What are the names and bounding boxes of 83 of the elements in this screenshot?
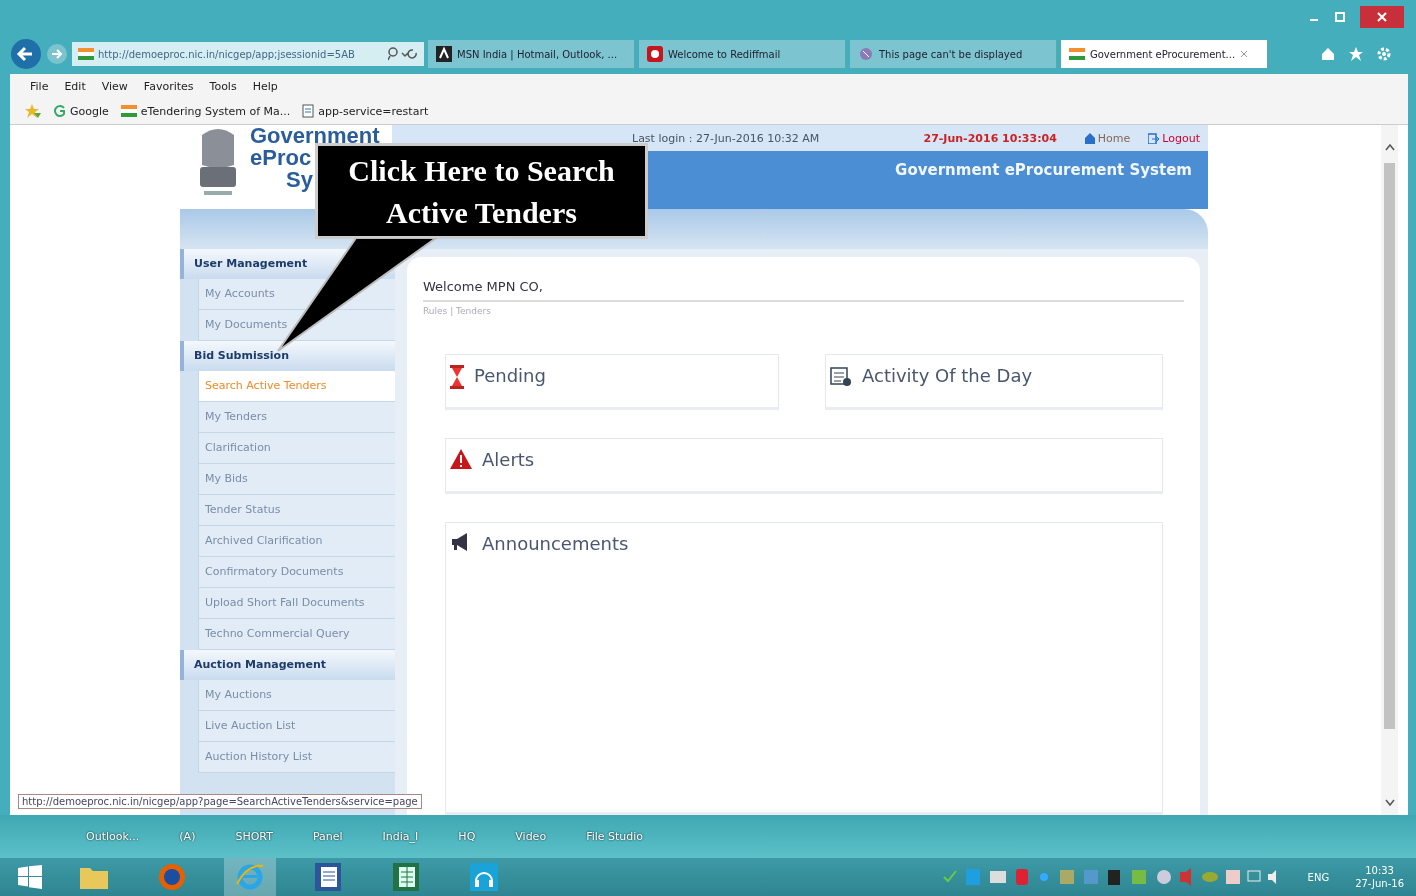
letter-e-icon	[235, 862, 265, 892]
browser-tab[interactable]: Welcome to Rediffmail	[639, 40, 846, 68]
panel-title: Alerts	[482, 449, 535, 470]
menu-item[interactable]: Tools	[209, 79, 237, 93]
close-button[interactable]	[1360, 6, 1404, 28]
panel-title: Announcements	[482, 533, 629, 554]
desktop-icon-label[interactable]: Panel	[312, 830, 343, 843]
scroll-up-icon[interactable]	[1384, 143, 1395, 151]
home-icon	[1084, 132, 1095, 144]
desktop-icon-label[interactable]: India_I	[382, 830, 419, 843]
scroll-down-icon[interactable]	[1384, 799, 1395, 807]
sidebar-item[interactable]: Live Auction List	[198, 711, 395, 742]
browser-globe-icon	[158, 863, 186, 891]
sidebar-item[interactable]: Archived Clarification	[198, 526, 395, 557]
close-tab-icon[interactable]	[1240, 50, 1249, 58]
welcome-text: Welcome MPN CO,	[423, 279, 1184, 302]
site-icon	[436, 46, 452, 62]
star-icon[interactable]	[1348, 46, 1364, 62]
desktop-icon-label[interactable]: HQ	[458, 830, 476, 843]
warning-icon	[450, 449, 472, 469]
browser-tab[interactable]: MSN India | Hotmail, Outlook, ...	[428, 40, 635, 68]
flag-icon	[78, 48, 94, 60]
site-icon	[647, 46, 663, 62]
windows-logo-icon[interactable]	[18, 865, 42, 889]
flag-icon	[120, 105, 137, 117]
desktop-icon-label[interactable]: SHORT	[235, 830, 273, 843]
desktop-icon-label[interactable]: (A)	[179, 830, 196, 843]
browser-tab[interactable]: Government eProcurement...	[1061, 40, 1268, 68]
page-icon	[302, 104, 315, 118]
home-icon[interactable]	[1320, 46, 1336, 62]
sidebar-item[interactable]: Tender Status	[198, 495, 395, 526]
error-page-icon	[858, 46, 874, 62]
sidebar-item[interactable]: Upload Short Fall Documents	[198, 588, 395, 619]
banner-title: Government eProcurement System	[895, 161, 1192, 179]
browser-tab[interactable]: This page can't be displayed	[850, 40, 1057, 68]
scrollbar[interactable]	[1381, 125, 1398, 815]
sidebar-item[interactable]: Confirmatory Documents	[198, 557, 395, 588]
sidebar-item[interactable]: My Tenders	[198, 402, 395, 433]
headphones-icon	[470, 863, 498, 891]
panel-title: Activity Of the Day	[862, 365, 1033, 386]
desktop-icon-label[interactable]: Outlook...	[86, 830, 140, 843]
settings-icon[interactable]	[1376, 46, 1392, 62]
menu-item[interactable]: Favorites	[143, 79, 194, 93]
favorite-link[interactable]: eTendering System of Ma...	[120, 104, 291, 118]
desktop-icon-label[interactable]: File Studio	[586, 830, 644, 843]
clock-date: 27-Jun-16	[1355, 877, 1404, 890]
site-title-text: eProc	[250, 147, 313, 169]
menu-item[interactable]: View	[101, 79, 128, 93]
logout-icon	[1148, 132, 1160, 144]
menu-item[interactable]: Edit	[64, 79, 86, 93]
panel-title: Pending	[474, 365, 546, 386]
sidebar-section-header: Auction Management	[180, 650, 395, 680]
status-url-tooltip: http://demoeproc.nic.in/nicgep/app?page=SearchActiveTenders&service=page	[18, 794, 422, 809]
calendar-list-icon	[830, 365, 852, 387]
sidebar-item[interactable]: Search Active Tenders	[198, 371, 395, 402]
header-link[interactable]: Home	[1084, 131, 1131, 145]
clock-time: 10:33	[1365, 864, 1394, 877]
maximize-icon[interactable]	[1334, 11, 1346, 23]
server-time-text: 27-Jun-2016 10:33:04	[923, 131, 1057, 145]
menu-item[interactable]: File	[30, 79, 49, 93]
favorite-link[interactable]: Google	[54, 104, 109, 118]
address-bar[interactable]: http://demoeproc.nic.in/nicgep/app;jsessionid=5AB	[72, 42, 424, 66]
desktop-icon-label[interactable]: Video	[515, 830, 547, 843]
hourglass-icon	[450, 365, 464, 389]
sidebar-item[interactable]: Clarification	[198, 433, 395, 464]
sidebar-item[interactable]: My Auctions	[198, 680, 395, 711]
document-icon	[315, 863, 341, 891]
sidebar-item[interactable]: Techno Commercial Query	[198, 619, 395, 650]
sidebar-item[interactable]: Auction History List	[198, 742, 395, 773]
language-indicator[interactable]: ENG	[1307, 871, 1330, 883]
search-refresh-icon[interactable]	[388, 47, 418, 61]
breadcrumb-text: Rules | Tenders	[423, 306, 492, 316]
favorites-star-icon[interactable]	[24, 103, 42, 119]
header-link[interactable]: Logout	[1148, 131, 1200, 145]
favorite-link[interactable]: app-service=restart	[302, 104, 429, 118]
spreadsheet-icon	[393, 863, 419, 891]
flag-icon	[1069, 48, 1085, 60]
sidebar-item[interactable]: My Bids	[198, 464, 395, 495]
last-login-text: Last login : 27-Jun-2016 10:32 AM	[632, 131, 820, 145]
menu-item[interactable]: Help	[252, 79, 278, 93]
close-icon[interactable]	[1377, 12, 1387, 22]
letter-g-icon	[54, 104, 66, 118]
callout-box: Click Here to Search Active Tenders	[315, 143, 648, 239]
